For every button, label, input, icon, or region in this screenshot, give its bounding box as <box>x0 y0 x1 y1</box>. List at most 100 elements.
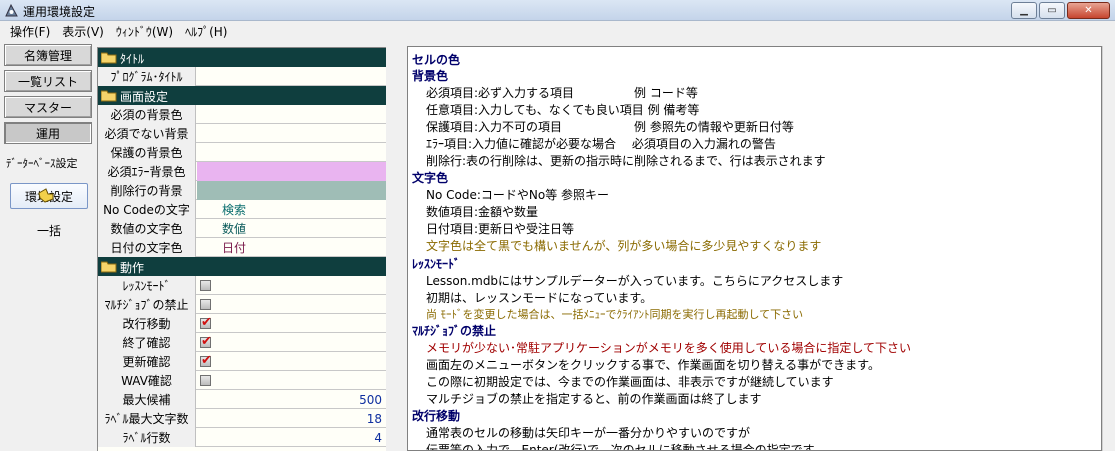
multijob-checkbox[interactable] <box>200 299 211 310</box>
exit-confirm-checkbox[interactable]: ✔ <box>200 334 212 349</box>
help-heading: 改行移動 <box>412 409 461 423</box>
help-line: 日付項目:更新日や受注日等 <box>426 222 575 236</box>
row-protected-bg[interactable]: 保護の背景色 <box>98 143 386 162</box>
help-heading: ﾚｯｽﾝﾓｰﾄﾞ <box>412 257 461 271</box>
minimize-button[interactable]: ▁ <box>1011 2 1037 19</box>
menu-help[interactable]: ﾍﾙﾌﾟ(H) <box>179 23 233 40</box>
check-icon: ✔ <box>201 315 212 330</box>
check-icon: ✔ <box>201 334 212 349</box>
row-max-candidates[interactable]: 最大候補 500 <box>98 390 386 409</box>
nav-batch-button[interactable]: 一括 <box>10 220 88 240</box>
title-bar: 運用環境設定 ▁ ▭ ✕ <box>0 0 1115 21</box>
row-label: 終了確認 <box>98 333 196 352</box>
menu-bar: 操作(F) 表示(V) ｳｨﾝﾄﾞｳ(W) ﾍﾙﾌﾟ(H) <box>0 21 1115 41</box>
row-required-bg[interactable]: 必須の背景色 <box>98 105 386 124</box>
help-line: この際に初期設定では、今までの作業画面は、非表示ですが継続しています <box>426 375 834 389</box>
required-error-bg-swatch[interactable] <box>197 162 386 181</box>
row-label: ﾌﾟﾛｸﾞﾗﾑ･ﾀｲﾄﾙ <box>98 67 196 86</box>
newline-move-checkbox[interactable]: ✔ <box>200 315 212 330</box>
row-label: ﾗﾍﾞﾙ行数 <box>98 428 196 447</box>
required-bg-value[interactable] <box>197 105 386 124</box>
row-nonrequired-bg[interactable]: 必須でない背景 <box>98 124 386 143</box>
nocode-text-value[interactable]: 検索 <box>197 200 386 219</box>
row-label: 削除行の背景 <box>98 181 196 200</box>
update-confirm-checkbox[interactable]: ✔ <box>200 353 212 368</box>
nonrequired-bg-value[interactable] <box>197 124 386 143</box>
section-title-label: ﾀｲﾄﾙ <box>120 52 145 66</box>
row-deleted-bg[interactable]: 削除行の背景 <box>98 181 386 200</box>
row-number-text[interactable]: 数値の文字色 数値 <box>98 219 386 238</box>
help-line: 必須項目:必ず入力する項目 例 コード等 <box>426 86 698 100</box>
row-update-confirm[interactable]: 更新確認 ✔ <box>98 352 386 371</box>
menu-window[interactable]: ｳｨﾝﾄﾞｳ(W) <box>110 23 179 40</box>
minimize-icon: ▁ <box>1020 5 1028 16</box>
row-label-rows[interactable]: ﾗﾍﾞﾙ行数 4 <box>98 428 386 447</box>
menu-operation[interactable]: 操作(F) <box>4 23 56 40</box>
help-scrollbar[interactable] <box>1102 46 1115 451</box>
nav-roster-button[interactable]: 名簿管理 <box>4 44 92 66</box>
row-date-text[interactable]: 日付の文字色 日付 <box>98 238 386 257</box>
help-line: 初期は、レッスンモードになっています。 <box>426 291 653 305</box>
protected-bg-value[interactable] <box>197 143 386 162</box>
row-label: 必須ｴﾗｰ背景色 <box>98 162 196 181</box>
row-label: ﾏﾙﾁｼﾞｮﾌﾞの禁止 <box>98 295 196 314</box>
deleted-bg-swatch[interactable] <box>197 181 386 200</box>
window-title: 運用環境設定 <box>23 5 96 19</box>
help-heading: 背景色 <box>412 69 449 83</box>
row-label: No Codeの文字 <box>98 200 196 219</box>
row-label: 必須でない背景 <box>98 124 196 143</box>
row-program-title[interactable]: ﾌﾟﾛｸﾞﾗﾑ･ﾀｲﾄﾙ <box>98 67 386 86</box>
close-button[interactable]: ✕ <box>1067 2 1110 19</box>
row-label: ﾚｯｽﾝﾓｰﾄﾞ <box>98 276 196 295</box>
lesson-mode-checkbox[interactable] <box>200 280 211 291</box>
row-label: 必須の背景色 <box>98 105 196 124</box>
row-label: ﾗﾍﾞﾙ最大文字数 <box>98 409 196 428</box>
help-line: 伝票等の入力で、Enter(改行)で、次のセルに移動させる場合の指定です <box>426 443 815 451</box>
label-rows-value[interactable]: 4 <box>374 431 382 445</box>
help-heading: ﾏﾙﾁｼﾞｮﾌﾞの禁止 <box>412 324 497 338</box>
row-nocode-text[interactable]: No Codeの文字 検索 <box>98 200 386 219</box>
row-wav-confirm[interactable]: WAV確認 <box>98 371 386 390</box>
label-max-chars-value[interactable]: 18 <box>367 412 382 426</box>
nav-list-button[interactable]: 一覧リスト <box>4 70 92 92</box>
number-text-value[interactable]: 数値 <box>197 219 386 238</box>
row-label: 保護の背景色 <box>98 143 196 162</box>
hand-cursor-icon <box>38 188 54 203</box>
help-note: 尚 ﾓｰﾄﾞを変更した場合は、一括ﾒﾆｭｰでｸﾗｲｱﾝﾄ同期を実行し再起動して下… <box>426 308 804 321</box>
help-line: 画面左のメニューボタンをクリックする事で、作業画面を切り替える事ができます。 <box>426 358 880 372</box>
close-icon: ✕ <box>1084 5 1093 16</box>
max-candidates-value[interactable]: 500 <box>359 393 382 407</box>
help-line: No Code:コードやNo等 参照キー <box>426 188 610 202</box>
program-title-value[interactable] <box>197 67 386 86</box>
row-lesson-mode[interactable]: ﾚｯｽﾝﾓｰﾄﾞ <box>98 276 386 295</box>
section-screen[interactable]: 画面設定 <box>98 86 386 105</box>
folder-icon <box>101 90 117 102</box>
section-action-label: 動作 <box>120 261 145 275</box>
row-multijob[interactable]: ﾏﾙﾁｼﾞｮﾌﾞの禁止 <box>98 295 386 314</box>
maximize-icon: ▭ <box>1047 5 1057 16</box>
row-label: 数値の文字色 <box>98 219 196 238</box>
help-line: 保護項目:入力不可の項目 例 参照先の情報や更新日付等 <box>426 120 794 134</box>
wav-confirm-checkbox[interactable] <box>200 375 211 386</box>
row-newline-move[interactable]: 改行移動 ✔ <box>98 314 386 333</box>
section-action[interactable]: 動作 <box>98 257 386 276</box>
help-line: Lesson.mdbにはサンプルデーターが入っています。こちらにアクセスします <box>426 274 844 288</box>
help-note: 文字色は全て黒でも構いませんが、列が多い場合に多少見やすくなります <box>426 239 822 253</box>
check-icon: ✔ <box>201 353 212 368</box>
splitter[interactable] <box>387 42 407 451</box>
row-exit-confirm[interactable]: 終了確認 ✔ <box>98 333 386 352</box>
help-line: 数値項目:金額や数量 <box>426 205 539 219</box>
row-label-max-chars[interactable]: ﾗﾍﾞﾙ最大文字数 18 <box>98 409 386 428</box>
row-label: 改行移動 <box>98 314 196 333</box>
folder-icon <box>101 52 117 64</box>
help-heading: セルの色 <box>412 53 461 67</box>
row-required-error-bg[interactable]: 必須ｴﾗｰ背景色 <box>98 162 386 181</box>
nav-master-button[interactable]: マスター <box>4 96 92 118</box>
maximize-button[interactable]: ▭ <box>1039 2 1065 19</box>
section-title[interactable]: ﾀｲﾄﾙ <box>98 48 386 67</box>
date-text-value[interactable]: 日付 <box>197 238 386 257</box>
help-line: ｴﾗｰ項目:入力値に確認が必要な場合 必須項目の入力漏れの警告 <box>426 137 776 151</box>
nav-operation-button[interactable]: 運用 <box>4 122 92 144</box>
left-navigation: 名簿管理 一覧リスト マスター 運用 ﾃﾞｰﾀｰﾍﾞｰｽ設定 環境設定 一括 <box>2 42 94 451</box>
menu-view[interactable]: 表示(V) <box>56 23 110 40</box>
